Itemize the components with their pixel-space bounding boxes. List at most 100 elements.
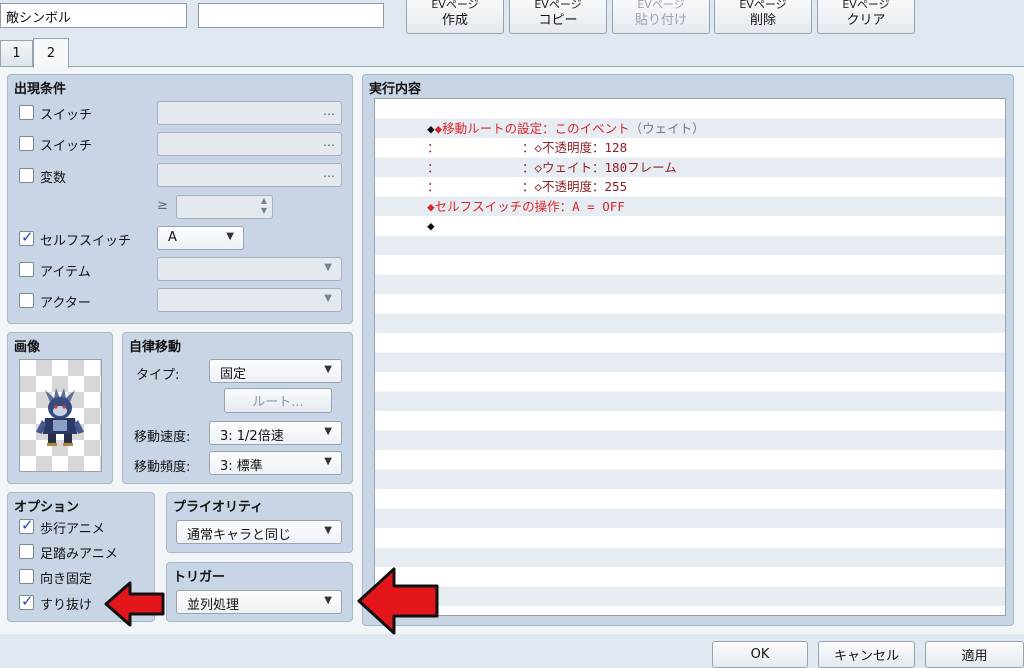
checkmark-icon: ✓ xyxy=(21,592,34,610)
item-dropdown[interactable]: ▼ xyxy=(157,257,342,281)
dropdown-arrow-icon: ▼ xyxy=(324,595,332,606)
switch1-field[interactable]: … xyxy=(157,101,342,125)
self-switch-value: A xyxy=(168,230,177,245)
button-caption: EVページ xyxy=(534,0,582,11)
image-title: 画像 xyxy=(14,340,41,355)
list-item[interactable]: ：：◇不透明度：128 xyxy=(397,119,627,155)
command-suffix: （ウェイト） xyxy=(629,120,705,136)
command-suffix: ：◇ウェイト：180フレーム xyxy=(522,159,677,175)
checkmark-icon: ✓ xyxy=(21,228,34,246)
button-label: 貼り付け xyxy=(634,13,687,28)
variable-label: 変数 xyxy=(40,171,67,186)
apply-button[interactable]: 適用 xyxy=(925,641,1024,668)
list-item[interactable]: ：：◇不透明度：255 xyxy=(397,158,627,194)
autonomous-title: 自律移動 xyxy=(129,340,182,355)
actor-dropdown[interactable]: ▼ xyxy=(157,288,342,312)
list-item[interactable]: ◆◆移動ルートの設定：このイベント（ウェイト） xyxy=(397,99,705,136)
enemy-sprite-icon xyxy=(36,388,84,446)
switch1-label: スイッチ xyxy=(40,108,93,123)
dropdown-arrow-icon: ▼ xyxy=(324,525,332,536)
cancel-button[interactable]: キャンセル xyxy=(818,641,915,668)
switch2-field[interactable]: … xyxy=(157,132,342,156)
ellipsis-icon: … xyxy=(323,104,335,118)
button-caption: EVページ xyxy=(842,0,890,11)
button-label: 削除 xyxy=(749,13,776,28)
priority-dropdown[interactable]: 通常キャラと同じ ▼ xyxy=(176,520,342,544)
dropdown-arrow-icon: ▼ xyxy=(324,293,332,304)
command-text: ◆移動ルートの設定：このイベント xyxy=(434,120,630,136)
button-label: 作成 xyxy=(441,13,468,28)
type-label: タイプ: xyxy=(136,368,180,383)
through-label: すり抜け xyxy=(40,598,93,613)
speed-label: 移動速度: xyxy=(134,430,191,445)
dropdown-arrow-icon: ▼ xyxy=(324,456,332,467)
button-caption: EVページ xyxy=(431,0,479,11)
dropdown-arrow-icon: ▼ xyxy=(324,426,332,437)
through-checkbox[interactable]: ✓ xyxy=(19,592,34,610)
frequency-label: 移動頻度: xyxy=(134,460,191,475)
dropdown-arrow-icon: ▼ xyxy=(226,231,234,242)
clear-page-button[interactable]: EVページ クリア xyxy=(817,0,915,34)
trigger-dropdown[interactable]: 並列処理 ▼ xyxy=(176,590,342,614)
switch1-checkbox[interactable] xyxy=(19,105,34,120)
red-arrow-icon xyxy=(357,567,439,635)
walking-anim-checkbox[interactable]: ✓ xyxy=(19,516,34,534)
list-item[interactable]: ：：◇ウェイト：180フレーム xyxy=(397,138,677,175)
ok-button[interactable]: OK xyxy=(712,641,808,668)
checkmark-icon: ✓ xyxy=(21,516,34,534)
event-note-input[interactable] xyxy=(198,3,384,28)
red-arrow-icon xyxy=(104,581,165,627)
ge-symbol: ≥ xyxy=(157,198,168,213)
variable-field[interactable]: … xyxy=(157,163,342,187)
conditions-title: 出現条件 xyxy=(14,82,67,97)
create-page-button[interactable]: EVページ 作成 xyxy=(406,0,504,34)
button-label: クリア xyxy=(846,13,886,28)
switch2-label: スイッチ xyxy=(40,139,93,154)
dropdown-arrow-icon: ▼ xyxy=(324,364,332,375)
movement-speed-value: 3: 1/2倍速 xyxy=(220,429,284,444)
actor-checkbox[interactable] xyxy=(19,293,34,308)
stepping-anim-label: 足踏みアニメ xyxy=(40,547,118,562)
movement-frequency-value: 3: 標準 xyxy=(220,459,263,474)
tab-page-2[interactable]: 2 xyxy=(33,38,69,68)
switch2-checkbox[interactable] xyxy=(19,136,34,151)
item-checkbox[interactable] xyxy=(19,262,34,277)
direction-fix-label: 向き固定 xyxy=(40,572,93,587)
item-label: アイテム xyxy=(40,265,91,280)
character-image-preview[interactable] xyxy=(19,359,102,472)
contents-title: 実行内容 xyxy=(369,82,422,97)
trigger-title: トリガー xyxy=(173,570,226,585)
direction-fix-checkbox[interactable] xyxy=(19,569,34,584)
movement-speed-dropdown[interactable]: 3: 1/2倍速 ▼ xyxy=(209,421,342,445)
variable-value-spinner[interactable]: ▲ ▼ xyxy=(176,195,273,219)
list-item[interactable]: ◆ xyxy=(397,197,435,233)
stepping-anim-checkbox[interactable] xyxy=(19,544,34,559)
paste-page-button[interactable]: EVページ 貼り付け xyxy=(612,0,710,34)
tab-page-1[interactable]: 1 xyxy=(0,40,33,66)
variable-checkbox[interactable] xyxy=(19,168,34,183)
command-suffix: ：◇不透明度：128 xyxy=(522,140,628,155)
delete-page-button[interactable]: EVページ 削除 xyxy=(714,0,812,34)
event-name-input[interactable]: 敵シンボル xyxy=(0,3,187,28)
button-caption: EVページ xyxy=(637,0,685,11)
spinner-arrows-icon[interactable]: ▲ ▼ xyxy=(261,196,267,216)
priority-value: 通常キャラと同じ xyxy=(187,528,292,543)
button-caption: EVページ xyxy=(739,0,787,11)
command-text: ◆ xyxy=(427,218,435,233)
self-switch-checkbox[interactable]: ✓ xyxy=(19,228,34,246)
self-switch-dropdown[interactable]: A ▼ xyxy=(157,226,244,250)
event-command-list[interactable]: ◆◆移動ルートの設定：このイベント（ウェイト） ：：◇不透明度：128 ：：◇ウ… xyxy=(374,98,1006,616)
ellipsis-icon: … xyxy=(323,135,335,149)
trigger-value: 並列処理 xyxy=(187,598,240,613)
button-label: コピー xyxy=(538,13,578,28)
movement-frequency-dropdown[interactable]: 3: 標準 ▼ xyxy=(209,451,342,475)
copy-page-button[interactable]: EVページ コピー xyxy=(509,0,607,34)
self-switch-label: セルフスイッチ xyxy=(40,234,132,249)
priority-title: プライオリティ xyxy=(173,500,264,515)
route-button[interactable]: ルート... xyxy=(224,388,332,413)
movement-type-dropdown[interactable]: 固定 ▼ xyxy=(209,359,342,383)
options-title: オプション xyxy=(14,500,80,515)
actor-label: アクター xyxy=(40,296,91,311)
list-item[interactable]: ◆セルフスイッチの操作：A = OFF xyxy=(397,177,625,214)
dropdown-arrow-icon: ▼ xyxy=(324,262,332,273)
